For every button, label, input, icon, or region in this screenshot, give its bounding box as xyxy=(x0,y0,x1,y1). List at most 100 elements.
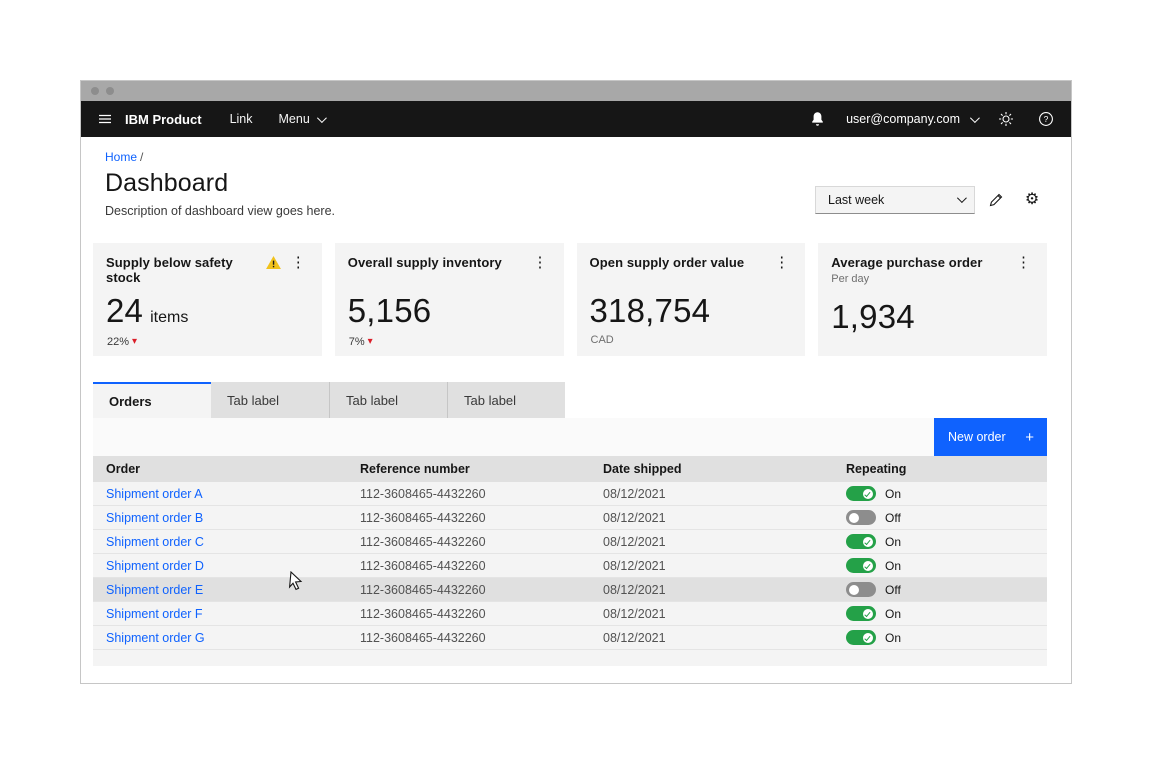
overflow-menu-icon[interactable]: ⋮ xyxy=(1014,255,1033,270)
tab-orders[interactable]: Orders xyxy=(93,382,211,418)
order-link[interactable]: Shipment order C xyxy=(106,535,204,549)
screenshot-stage: IBM Product Link Menu user@company.com ?… xyxy=(0,0,1152,767)
reference-number-cell: 112-3608465-4432260 xyxy=(360,510,486,525)
plus-icon: + xyxy=(1025,428,1034,446)
table-row[interactable]: Shipment order A 112-3608465-4432260 08/… xyxy=(93,482,1047,506)
toggle-label: Off xyxy=(885,582,901,597)
awake-icon xyxy=(999,112,1013,126)
repeating-cell: On xyxy=(833,534,1047,549)
kpi-value: 5,156 xyxy=(347,292,432,329)
toggle-knob xyxy=(863,608,873,619)
kpi-card-header: Overall supply inventory ⋮ xyxy=(348,255,550,270)
kpi-card-header: Supply below safety stock ⋮ xyxy=(106,255,308,285)
repeating-cell: On xyxy=(833,558,1047,573)
repeating-toggle[interactable] xyxy=(846,534,876,549)
theme-switcher-button[interactable] xyxy=(995,108,1017,130)
reference-number-cell: 112-3608465-4432260 xyxy=(360,486,486,501)
kpi-value: 1,934 xyxy=(831,298,915,335)
repeating-toggle[interactable] xyxy=(846,630,876,645)
reference-number-cell: 112-3608465-4432260 xyxy=(360,606,486,621)
help-button[interactable]: ? xyxy=(1035,108,1057,130)
repeating-toggle[interactable] xyxy=(846,558,876,573)
repeating-toggle[interactable] xyxy=(846,582,876,597)
new-order-button[interactable]: New order + xyxy=(934,418,1047,456)
overflow-menu-icon[interactable]: ⋮ xyxy=(289,255,308,270)
order-link[interactable]: Shipment order E xyxy=(106,583,203,597)
settings-button[interactable]: ⚙ xyxy=(1017,185,1047,215)
page-actions: Last week ⚙ xyxy=(815,181,1047,218)
hamburger-menu-button[interactable] xyxy=(91,101,119,137)
window-dot xyxy=(106,87,114,95)
tab-label-2[interactable]: Tab label xyxy=(211,382,329,418)
window-dot xyxy=(91,87,99,95)
date-shipped-cell: 08/12/2021 xyxy=(603,558,666,573)
period-dropdown[interactable]: Last week xyxy=(815,185,975,214)
period-dropdown-value: Last week xyxy=(828,192,885,207)
table-row-hovered[interactable]: Shipment order E 112-3608465-4432260 08/… xyxy=(93,578,1047,602)
table-row[interactable]: Shipment order F 112-3608465-4432260 08/… xyxy=(93,602,1047,626)
repeating-cell: On xyxy=(833,486,1047,501)
kpi-card-icons: ⋮ xyxy=(531,255,550,270)
header-menu[interactable]: Menu xyxy=(278,112,327,126)
header-link[interactable]: Link xyxy=(230,112,253,126)
kpi-value-row: 318,754 xyxy=(590,292,711,330)
toggle-label: On xyxy=(885,558,902,573)
kpi-card-title: Supply below safety stock xyxy=(106,255,233,285)
kpi-card-title: Overall supply inventory xyxy=(347,255,502,270)
help-icon: ? xyxy=(1039,112,1053,126)
kpi-delta-value: 7% xyxy=(348,336,365,348)
kpi-value: 318,754 xyxy=(589,292,711,329)
order-link[interactable]: Shipment order A xyxy=(106,487,203,501)
browser-titlebar xyxy=(81,81,1071,101)
orders-tabs: Orders Tab label Tab label Tab label xyxy=(93,382,1047,418)
chevron-down-icon xyxy=(956,193,967,204)
kpi-card-header: Average purchase order ⋮ xyxy=(831,255,1033,270)
header-menu-label: Menu xyxy=(278,112,310,126)
table-row[interactable]: Shipment order G 112-3608465-4432260 08/… xyxy=(93,626,1047,650)
chevron-down-icon xyxy=(969,112,980,123)
toggle-label: Off xyxy=(885,510,901,525)
order-link[interactable]: Shipment order F xyxy=(106,607,203,621)
browser-window: IBM Product Link Menu user@company.com ?… xyxy=(80,80,1072,684)
table-row[interactable]: Shipment order C 112-3608465-4432260 08/… xyxy=(93,530,1047,554)
date-shipped-cell: 08/12/2021 xyxy=(603,486,666,501)
kpi-card-open-supply-order-value: Open supply order value ⋮ 318,754 CAD xyxy=(576,243,806,356)
kpi-card-title: Average purchase order xyxy=(831,255,983,270)
toggle-label: On xyxy=(885,486,902,501)
tab-label-4[interactable]: Tab label xyxy=(447,382,565,418)
edit-button[interactable] xyxy=(981,185,1011,215)
notifications-button[interactable] xyxy=(806,108,828,130)
user-menu[interactable]: user@company.com xyxy=(846,112,980,126)
column-header-repeating: Repeating xyxy=(846,462,907,476)
breadcrumb: Home / xyxy=(105,150,335,164)
kpi-card-title: Open supply order value xyxy=(589,255,745,270)
header-nav: Link Menu xyxy=(230,112,327,126)
toggle-knob xyxy=(863,536,873,547)
toggle-label: On xyxy=(885,630,902,645)
kpi-value-row: 5,156 xyxy=(348,292,432,330)
reference-number-cell: 112-3608465-4432260 xyxy=(360,534,486,549)
order-link[interactable]: Shipment order B xyxy=(106,511,203,525)
table-toolbar: New order + xyxy=(93,418,1047,456)
breadcrumb-home-link[interactable]: Home xyxy=(105,150,137,164)
order-link[interactable]: Shipment order G xyxy=(106,631,205,645)
page-title: Dashboard xyxy=(105,169,229,197)
reference-number-cell: 112-3608465-4432260 xyxy=(360,582,486,597)
table-row[interactable]: Shipment order B 112-3608465-4432260 08/… xyxy=(93,506,1047,530)
repeating-toggle[interactable] xyxy=(846,510,876,525)
order-link[interactable]: Shipment order D xyxy=(106,559,204,573)
product-name: IBM Product xyxy=(125,111,202,127)
toggle-label: On xyxy=(885,534,902,549)
toggle-label: On xyxy=(885,606,902,621)
kpi-value-suffix: items xyxy=(150,309,189,326)
repeating-toggle[interactable] xyxy=(846,606,876,621)
repeating-toggle[interactable] xyxy=(846,486,876,501)
overflow-menu-icon[interactable]: ⋮ xyxy=(772,255,791,270)
overflow-menu-icon[interactable]: ⋮ xyxy=(531,255,550,270)
warning-icon xyxy=(265,256,281,269)
kpi-delta: 22% ▾ xyxy=(107,336,137,348)
table-row[interactable]: Shipment order D 112-3608465-4432260 08/… xyxy=(93,554,1047,578)
kpi-delta-value: 22% xyxy=(107,336,130,348)
tab-label-3[interactable]: Tab label xyxy=(329,382,447,418)
date-shipped-cell: 08/12/2021 xyxy=(603,582,666,597)
